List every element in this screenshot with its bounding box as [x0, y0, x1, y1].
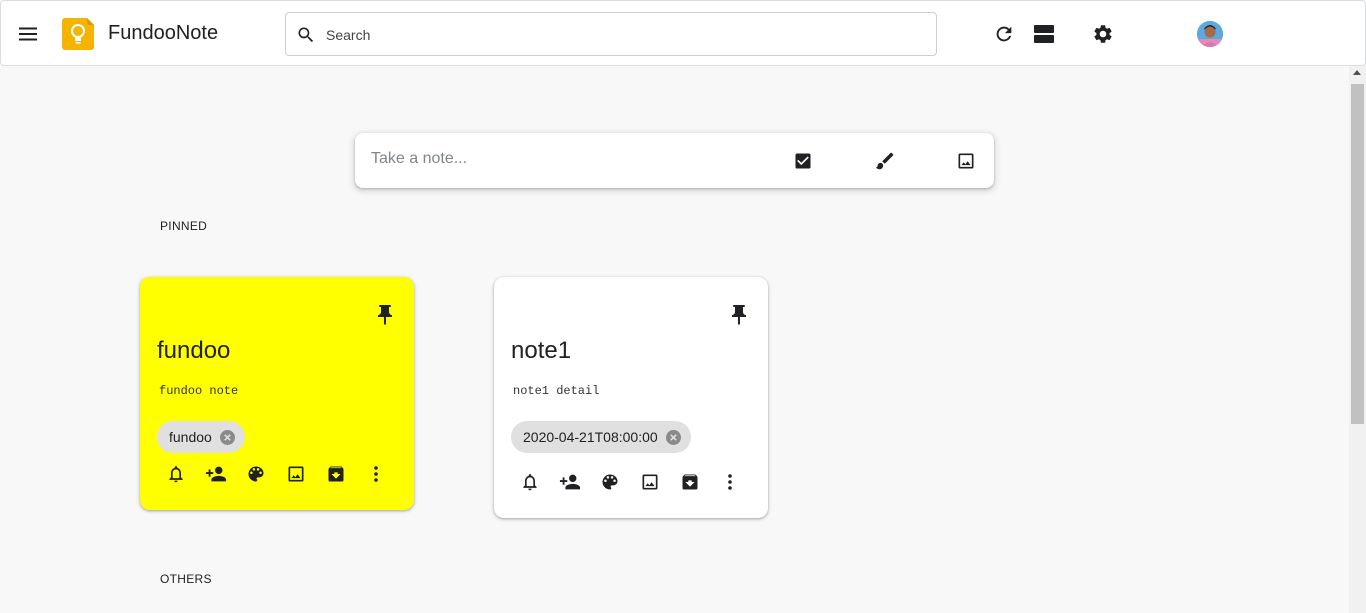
palette-icon[interactable] — [598, 470, 622, 494]
chip-remove-icon[interactable] — [219, 429, 235, 445]
note-toolbar — [164, 462, 394, 486]
note-title[interactable]: note1 — [511, 337, 571, 365]
pin-icon[interactable] — [373, 303, 397, 327]
chip-remove-icon[interactable] — [665, 429, 681, 445]
app-header: FundooNote — [0, 0, 1366, 66]
take-note-bar[interactable]: Take a note... — [355, 133, 994, 188]
gear-icon[interactable] — [1091, 22, 1115, 46]
pin-icon[interactable] — [727, 303, 751, 327]
palette-icon[interactable] — [244, 462, 268, 486]
note-title[interactable]: fundoo — [157, 337, 230, 365]
note-card[interactable]: note1 note1 detail 2020-04-21T08:00:00 — [494, 277, 768, 518]
take-note-placeholder[interactable]: Take a note... — [371, 150, 467, 168]
brush-icon[interactable] — [873, 149, 897, 173]
reminder-chip[interactable]: 2020-04-21T08:00:00 — [511, 421, 691, 453]
chip-label: 2020-04-21T08:00:00 — [523, 429, 658, 445]
search-icon[interactable] — [296, 25, 316, 50]
archive-icon[interactable] — [678, 470, 702, 494]
list-view-icon[interactable] — [1032, 22, 1056, 46]
image-icon[interactable] — [954, 149, 978, 173]
note-body[interactable]: fundoo note — [159, 384, 238, 398]
label-chip[interactable]: fundoo — [157, 421, 245, 453]
note-body[interactable]: note1 detail — [513, 384, 599, 398]
note-card[interactable]: fundoo fundoo note fundoo — [140, 277, 414, 510]
chip-label: fundoo — [169, 429, 212, 445]
bell-icon[interactable] — [518, 470, 542, 494]
archive-icon[interactable] — [324, 462, 348, 486]
note-toolbar — [518, 470, 748, 494]
menu-icon — [19, 27, 37, 41]
lightbulb-logo-icon — [62, 18, 94, 50]
refresh-icon[interactable] — [992, 22, 1016, 46]
scrollbar-thumb[interactable] — [1351, 84, 1364, 424]
add-person-icon[interactable] — [204, 462, 228, 486]
search-bar[interactable] — [285, 12, 937, 56]
image-icon[interactable] — [638, 470, 662, 494]
add-person-icon[interactable] — [558, 470, 582, 494]
pinned-section-label: PINNED — [160, 219, 208, 233]
more-vert-icon[interactable] — [718, 470, 742, 494]
app-title: FundooNote — [108, 22, 219, 44]
image-icon[interactable] — [284, 462, 308, 486]
avatar[interactable] — [1197, 21, 1223, 47]
menu-button[interactable] — [12, 18, 44, 50]
bell-icon[interactable] — [164, 462, 188, 486]
checkbox-icon[interactable] — [791, 149, 815, 173]
others-section-label: OTHERS — [160, 572, 212, 586]
scroll-up-arrow-icon[interactable] — [1353, 70, 1361, 75]
more-vert-icon[interactable] — [364, 462, 388, 486]
search-input[interactable] — [326, 23, 906, 47]
